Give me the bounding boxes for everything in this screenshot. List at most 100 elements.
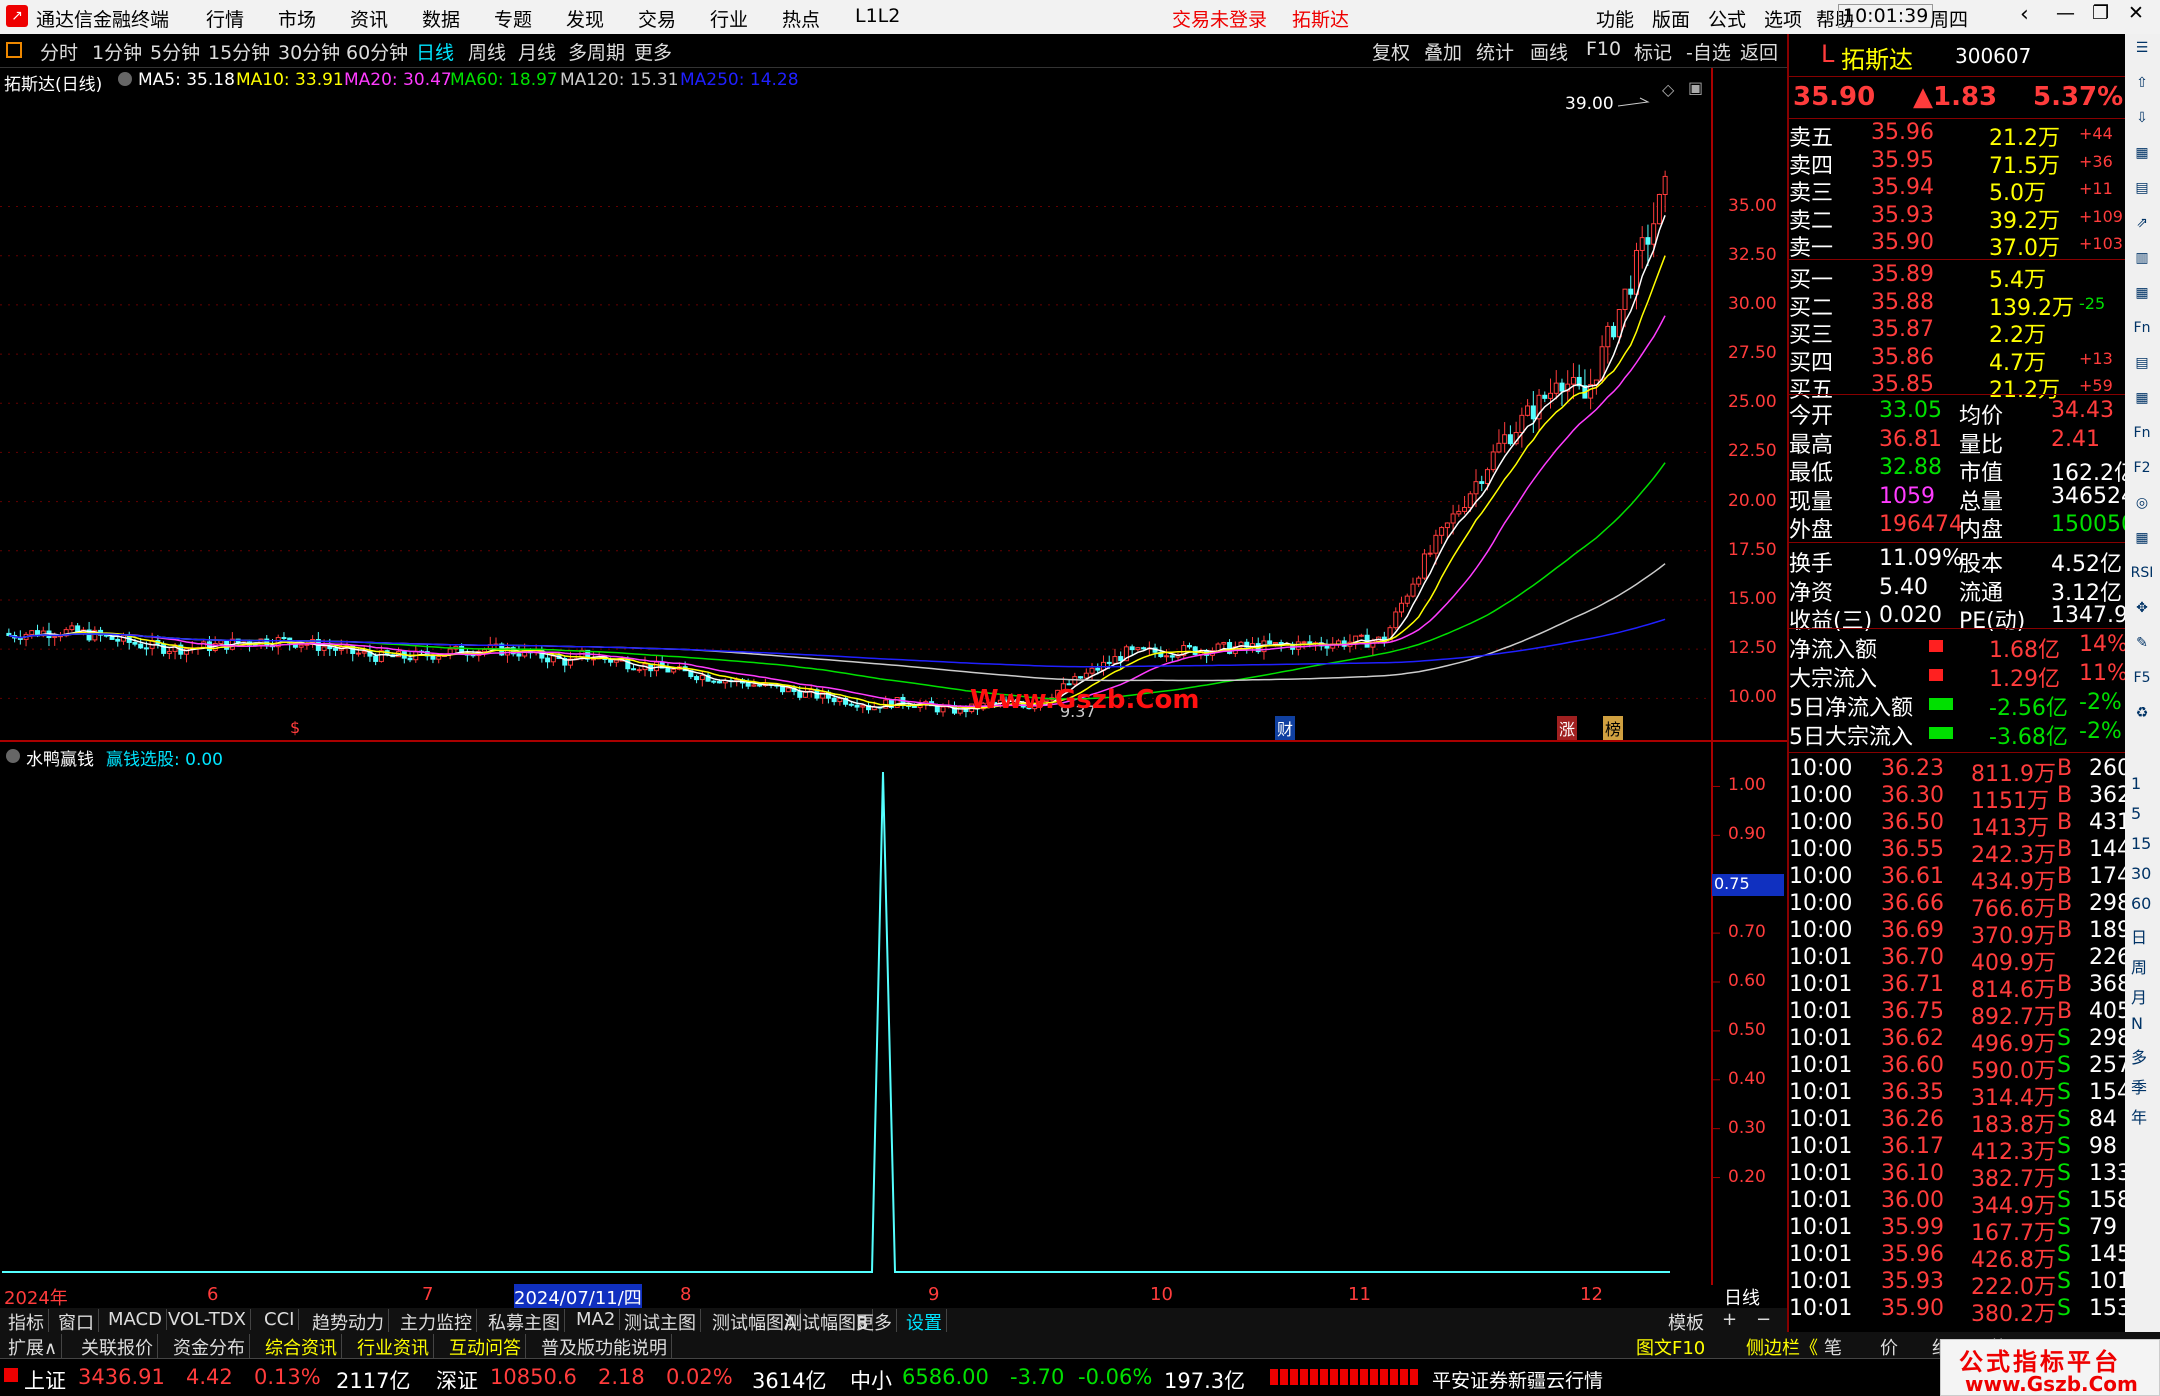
zx-index-label[interactable]: 中小 — [850, 1365, 892, 1395]
chart-tool-button[interactable]: 统计 — [1476, 38, 1514, 65]
side-tool-icon[interactable]: ▥ — [2129, 250, 2155, 276]
side-tool-icon[interactable]: F5 — [2129, 670, 2155, 696]
side-period-button[interactable]: 季 — [2131, 1074, 2147, 1098]
side-period-button[interactable]: 5 — [2131, 804, 2141, 823]
side-tool-icon[interactable]: ▤ — [2129, 355, 2155, 381]
right-menu-item[interactable]: 公式 — [1708, 5, 1746, 32]
chart-tool-button[interactable]: F10 — [1586, 38, 1621, 60]
side-tool-icon[interactable]: ▤ — [2129, 180, 2155, 206]
info-tab[interactable]: 关联报价 — [77, 1334, 158, 1360]
info-tab-right[interactable]: 笔 — [1824, 1334, 1842, 1360]
back-icon[interactable]: ‹ — [2020, 2, 2029, 27]
period-tab[interactable]: 周线 — [468, 38, 506, 65]
info-tab[interactable]: 综合资讯 — [261, 1334, 342, 1360]
indicator-plot[interactable] — [0, 742, 1787, 1285]
side-tool-icon[interactable]: ▦ — [2129, 145, 2155, 171]
side-tool-icon[interactable]: ⇗ — [2129, 215, 2155, 241]
menu-item[interactable]: 热点 — [782, 5, 820, 32]
side-period-button[interactable]: 1 — [2131, 774, 2141, 793]
side-period-button[interactable]: 60 — [2131, 894, 2151, 913]
side-tool-icon[interactable]: ▦ — [2129, 285, 2155, 311]
side-period-button[interactable]: 15 — [2131, 834, 2151, 853]
diamond-icon[interactable]: ◇ — [1662, 80, 1674, 99]
side-period-button[interactable]: 周 — [2131, 954, 2147, 978]
side-tool-icon[interactable]: ⇧ — [2129, 75, 2155, 101]
menu-item[interactable]: L1L2 — [855, 5, 900, 27]
restore-icon[interactable]: ❐ — [2092, 2, 2109, 24]
right-menu-item[interactable]: 功能 — [1596, 5, 1634, 32]
period-tab[interactable]: 60分钟 — [346, 38, 408, 65]
side-tool-icon[interactable]: ✥ — [2129, 600, 2155, 626]
side-period-button[interactable]: 多 — [2131, 1044, 2147, 1068]
close-icon[interactable]: ✕ — [2128, 2, 2144, 24]
chart-tool-button[interactable]: 叠加 — [1424, 38, 1462, 65]
side-tool-icon[interactable]: ♻ — [2129, 705, 2155, 731]
menu-item[interactable]: 行情 — [206, 5, 244, 32]
side-tool-icon[interactable]: ✎ — [2129, 635, 2155, 661]
chart-tool-button[interactable]: 复权 — [1372, 38, 1410, 65]
side-tool-icon[interactable]: ◎ — [2129, 495, 2155, 521]
sh-index-label[interactable]: 上证 — [24, 1365, 66, 1395]
chart-tool-button[interactable]: 画线 — [1530, 38, 1568, 65]
menu-item[interactable]: 市场 — [278, 5, 316, 32]
side-period-button[interactable]: 年 — [2131, 1104, 2147, 1128]
indicator-tab[interactable]: MA2 — [572, 1309, 621, 1330]
info-tab-right[interactable]: 价 — [1880, 1334, 1898, 1360]
period-tab[interactable]: 5分钟 — [150, 38, 200, 65]
period-tab[interactable]: 30分钟 — [278, 38, 340, 65]
marker-finance[interactable]: 财 — [1275, 716, 1296, 740]
info-tab[interactable]: 普及版功能说明 — [537, 1334, 672, 1360]
period-tab[interactable]: 更多 — [634, 38, 672, 65]
indicator-tab[interactable]: CCI — [260, 1309, 300, 1330]
menu-item[interactable]: 发现 — [566, 5, 604, 32]
side-period-button[interactable]: 日 — [2131, 924, 2147, 948]
main-chart[interactable]: 拓斯达(日线) MA5: 35.18 MA10: 33.91 MA20: 30.… — [0, 68, 1787, 740]
side-tool-icon[interactable]: ▦ — [2129, 390, 2155, 416]
chart-tool-button[interactable]: -自选 — [1686, 38, 1731, 65]
side-period-button[interactable]: 月 — [2131, 984, 2147, 1008]
menu-item[interactable]: 交易 — [638, 5, 676, 32]
right-menu-item[interactable]: 选项 — [1764, 5, 1802, 32]
sz-index-label[interactable]: 深证 — [436, 1365, 478, 1395]
right-menu-item[interactable]: 版面 — [1652, 5, 1690, 32]
menu-item[interactable]: 专题 — [494, 5, 532, 32]
info-tab[interactable]: 互动问答 — [445, 1334, 526, 1360]
period-tab[interactable]: 1分钟 — [92, 38, 142, 65]
marker-limit-up[interactable]: 涨 — [1557, 716, 1578, 740]
period-tab[interactable]: 15分钟 — [208, 38, 270, 65]
side-tool-icon[interactable]: Fn — [2129, 425, 2155, 451]
period-tab[interactable]: 日线 — [416, 38, 454, 65]
side-tool-icon[interactable]: ⇩ — [2129, 110, 2155, 136]
indicator-tab[interactable]: MACD — [104, 1309, 167, 1330]
info-tab-right[interactable]: 图文F10 — [1636, 1334, 1705, 1360]
panel-icon[interactable]: ▣ — [1688, 78, 1703, 97]
period-tab[interactable]: 多周期 — [568, 38, 625, 65]
chart-menu-icon[interactable] — [6, 42, 22, 58]
marker-list[interactable]: 榜 — [1603, 716, 1624, 740]
chart-tool-button[interactable]: 返回 — [1740, 38, 1778, 65]
login-status[interactable]: 交易未登录 — [1172, 5, 1267, 32]
candlestick-plot[interactable] — [0, 68, 1787, 740]
menu-item[interactable]: 资讯 — [350, 5, 388, 32]
period-tab[interactable]: 月线 — [518, 38, 556, 65]
side-tool-icon[interactable]: ☰ — [2129, 40, 2155, 66]
side-tool-icon[interactable]: F2 — [2129, 460, 2155, 486]
minimize-icon[interactable]: — — [2056, 2, 2075, 24]
side-period-button[interactable]: N — [2131, 1014, 2143, 1033]
chart-tool-button[interactable]: 标记 — [1634, 38, 1672, 65]
info-tab[interactable]: 行业资讯 — [353, 1334, 434, 1360]
info-tab-right[interactable]: 侧边栏《 — [1746, 1334, 1818, 1360]
indicator-tab[interactable]: VOL-TDX — [164, 1309, 251, 1330]
side-period-button[interactable]: 30 — [2131, 864, 2151, 883]
period-tab[interactable]: 分时 — [40, 38, 78, 65]
menu-item[interactable]: 行业 — [710, 5, 748, 32]
side-tool-icon[interactable]: RSI — [2129, 565, 2155, 591]
info-tab[interactable]: 扩展∧ — [4, 1334, 63, 1360]
indicator-chart[interactable]: 水鸭赢钱 赢钱选股: 0.00 1.000.900.800.700.600.50… — [0, 740, 1787, 1285]
side-tool-icon[interactable]: Fn — [2129, 320, 2155, 346]
menu-item[interactable]: 数据 — [422, 5, 460, 32]
info-tab[interactable]: 资金分布 — [169, 1334, 250, 1360]
side-tool-icon[interactable]: ▦ — [2129, 530, 2155, 556]
tab-tool-button[interactable]: + — [1722, 1309, 1737, 1330]
tab-tool-button[interactable]: − — [1756, 1309, 1771, 1330]
